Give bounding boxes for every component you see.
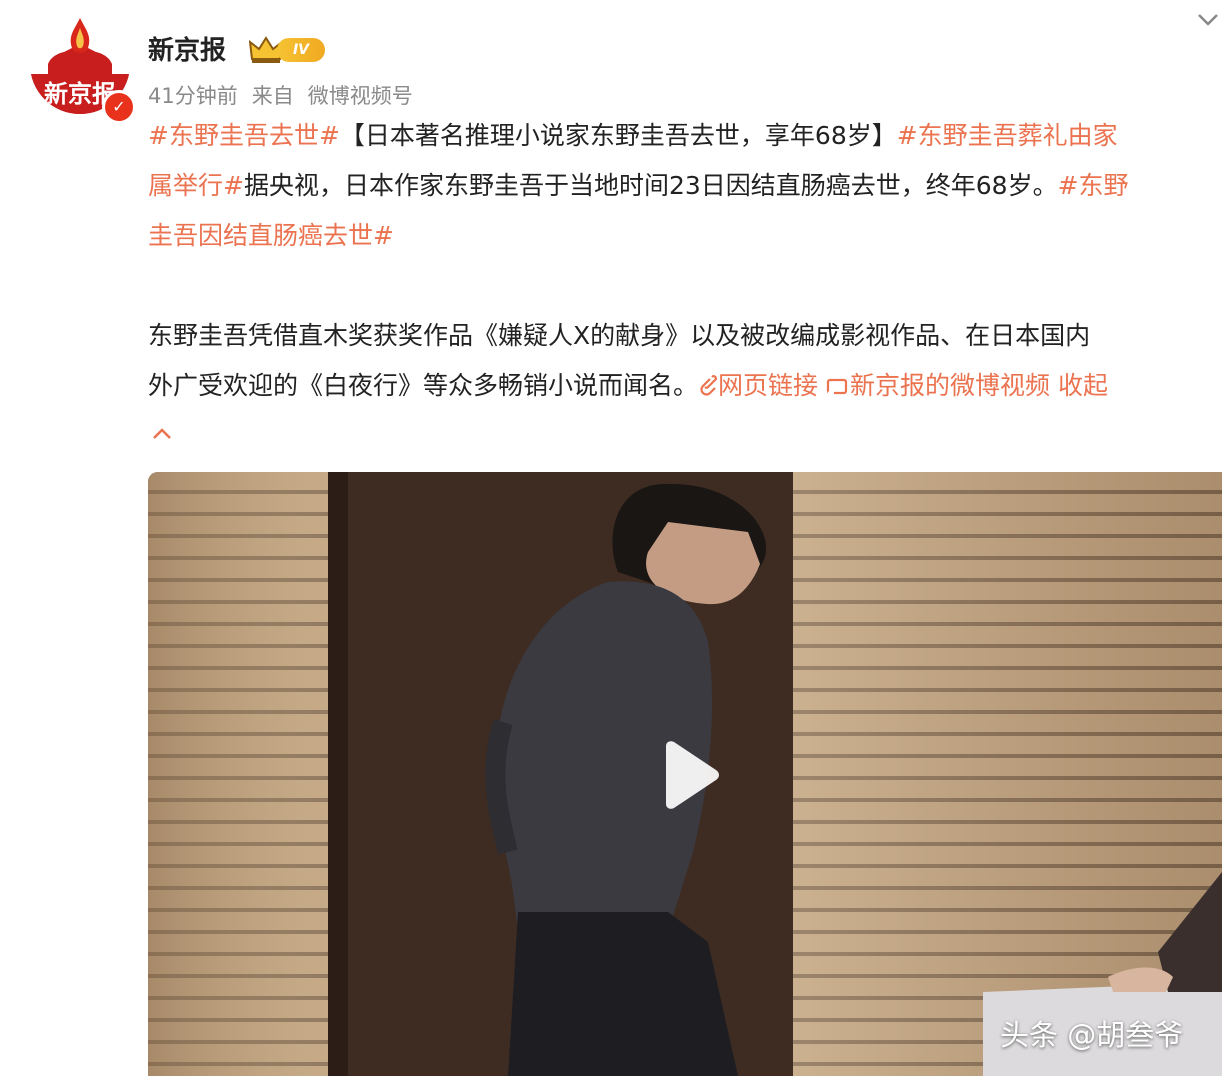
- play-icon[interactable]: [656, 740, 720, 810]
- video-link-label: 新京报的微博视频: [849, 371, 1050, 400]
- collapse-link[interactable]: 收起: [1058, 371, 1108, 400]
- post-text-line: 东野圭吾凭借直木奖获奖作品《嫌疑人X的献身》以及被改编成影视作品、在日本国内: [148, 321, 1091, 350]
- post-source[interactable]: 微博视频号: [308, 84, 413, 108]
- source-prefix: 来自: [251, 84, 294, 108]
- text-segment: 据央视，日本作家东野圭吾于当地时间23日因结直肠癌去世，终年68岁。: [243, 171, 1058, 200]
- hashtag[interactable]: #东野圭吾葬礼由家: [897, 121, 1118, 150]
- post-text-line: 属举行#据央视，日本作家东野圭吾于当地时间23日因结直肠癌去世，终年68岁。#东…: [148, 161, 1222, 211]
- post-meta: 41分钟前 来自 微博视频号: [148, 80, 427, 110]
- post-text-line: 圭吾因结直肠癌去世#: [148, 211, 1222, 261]
- text-segment: 【日本著名推理小说家东野圭吾去世，享年68岁】: [339, 121, 897, 150]
- verified-icon: ✓: [102, 90, 136, 124]
- post-time[interactable]: 41分钟前: [148, 84, 238, 108]
- hashtag[interactable]: #东野: [1058, 171, 1129, 200]
- video-icon: [826, 378, 848, 395]
- video-link[interactable]: 新京报的微博视频: [826, 371, 1050, 400]
- post-text-line: 外广受欢迎的《白夜行》等众多畅销小说而闻名。 网页链接 新京报的微博视频 收起: [148, 361, 1222, 411]
- web-link-label: 网页链接: [718, 371, 819, 400]
- chevron-down-icon[interactable]: [1196, 10, 1220, 30]
- post-text-line: #东野圭吾去世#【日本著名推理小说家东野圭吾去世，享年68岁】#东野圭吾葬礼由家: [148, 111, 1222, 161]
- chevron-up-icon[interactable]: [150, 425, 174, 443]
- watermark: 头条 @胡叁爷: [1000, 1018, 1184, 1052]
- link-icon: [700, 375, 718, 396]
- vip-level: IV: [277, 38, 325, 62]
- hashtag[interactable]: 圭吾因结直肠癌去世#: [148, 221, 394, 250]
- vip-badge[interactable]: IV: [249, 35, 327, 65]
- hashtag[interactable]: #东野圭吾去世#: [148, 121, 340, 150]
- web-link[interactable]: 网页链接: [698, 371, 818, 400]
- hashtag[interactable]: 属举行#: [148, 171, 244, 200]
- text-segment: 外广受欢迎的《白夜行》等众多畅销小说而闻名。: [148, 371, 699, 400]
- username[interactable]: 新京报: [148, 30, 226, 67]
